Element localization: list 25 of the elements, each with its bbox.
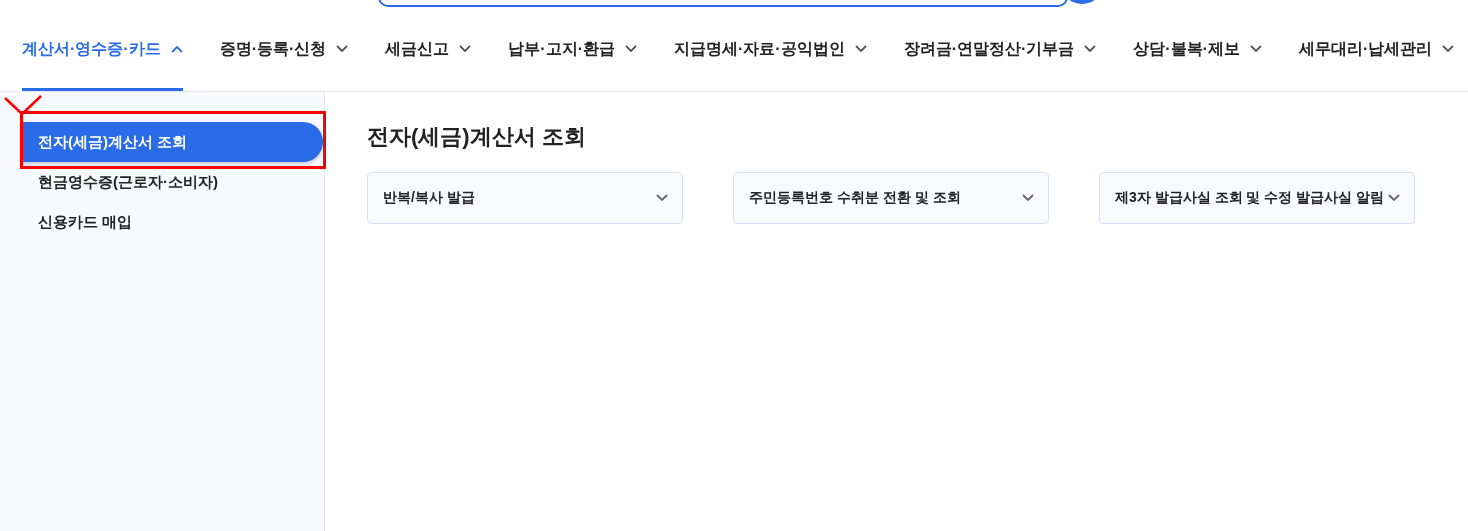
- chevron-icon: [854, 45, 867, 53]
- chevron-icon: [336, 45, 349, 53]
- chevron-icon: [1442, 45, 1455, 53]
- nav-tab[interactable]: 세무대리·납세관리: [1298, 8, 1455, 91]
- chevron-icon: [624, 45, 637, 53]
- nav-tab[interactable]: 상담·불복·제보: [1133, 8, 1262, 91]
- chevron-icon: [170, 45, 183, 53]
- accordion-header[interactable]: 제3자 발급사실 조회 및 수정 발급사실 알림: [1099, 172, 1415, 224]
- sidebar-item[interactable]: 전자(세금)계산서 조회: [22, 122, 323, 162]
- accordion-header[interactable]: 주민등록번호 수취분 전환 및 조회: [733, 172, 1049, 224]
- nav-tab[interactable]: 지급명세·자료·공익법인: [673, 8, 867, 91]
- nav-tab[interactable]: 증명·등록·신청: [219, 8, 349, 91]
- chevron-icon: [1084, 45, 1097, 53]
- sidebar-item[interactable]: 현금영수증(근로자·소비자): [22, 162, 323, 202]
- chevron-icon: [656, 194, 668, 202]
- chevron-icon: [1022, 194, 1034, 202]
- nav-tab[interactable]: 장려금·연말정산·기부금: [903, 8, 1097, 91]
- chevron-icon: [1388, 194, 1400, 202]
- sidebar-item[interactable]: 신용카드 매입: [22, 202, 323, 242]
- chevron-icon: [459, 45, 472, 53]
- page-title: 전자(세금)계산서 조회: [367, 123, 587, 151]
- nav-tab[interactable]: 납부·고지·환급: [508, 8, 637, 91]
- nav-tab[interactable]: 세금신고: [385, 8, 472, 91]
- chevron-icon: [1249, 45, 1262, 53]
- accordion-header[interactable]: 반복/복사 발급: [367, 172, 683, 224]
